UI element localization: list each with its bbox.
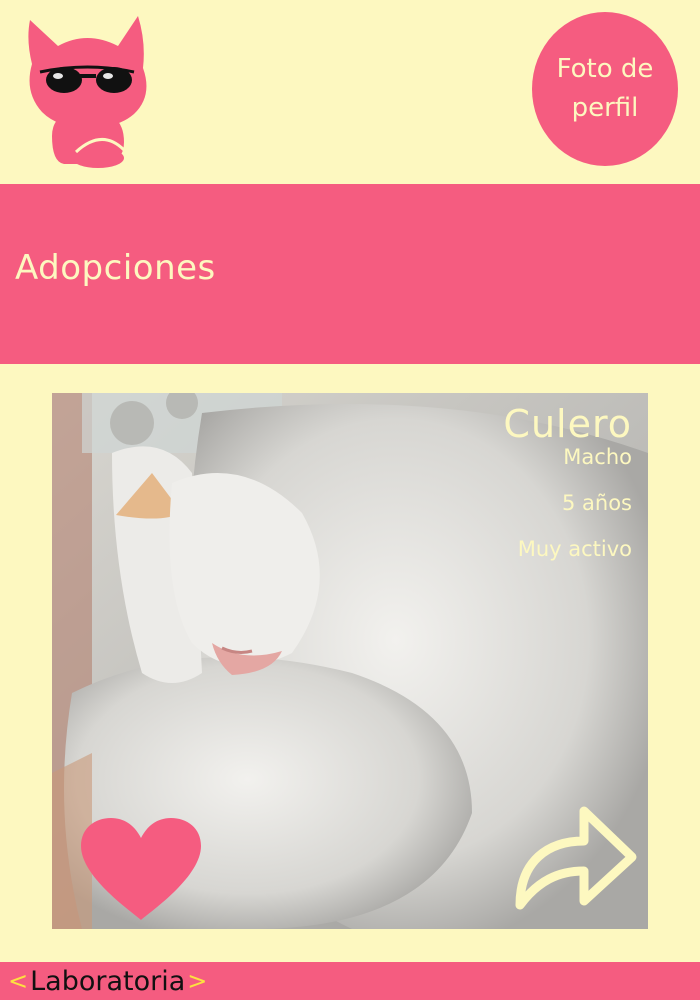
heart-icon[interactable] [77, 816, 205, 922]
logo-brand-text: Laboratoria [30, 965, 186, 997]
share-arrow-icon[interactable] [512, 801, 638, 913]
logo-bracket-left: < [8, 967, 29, 995]
cat-logo-icon [22, 12, 152, 172]
pet-card: Culero Macho 5 años Muy activo [52, 393, 648, 929]
pet-temperament: Muy activo [517, 537, 632, 561]
pet-age: 5 años [561, 491, 632, 515]
pet-sex: Macho [563, 445, 632, 469]
profile-photo-label: Foto de perfil [556, 54, 654, 123]
footer: < Laboratoria > [0, 962, 700, 1000]
laboratoria-logo: < Laboratoria > [8, 965, 207, 997]
logo-bracket-right: > [187, 967, 208, 995]
pet-info: Culero Macho 5 años Muy activo [503, 401, 632, 561]
profile-photo-button[interactable]: Foto de perfil [532, 12, 678, 166]
page-title: Adopciones [15, 248, 216, 288]
pet-name: Culero [503, 402, 632, 446]
title-banner: Adopciones [0, 184, 700, 364]
